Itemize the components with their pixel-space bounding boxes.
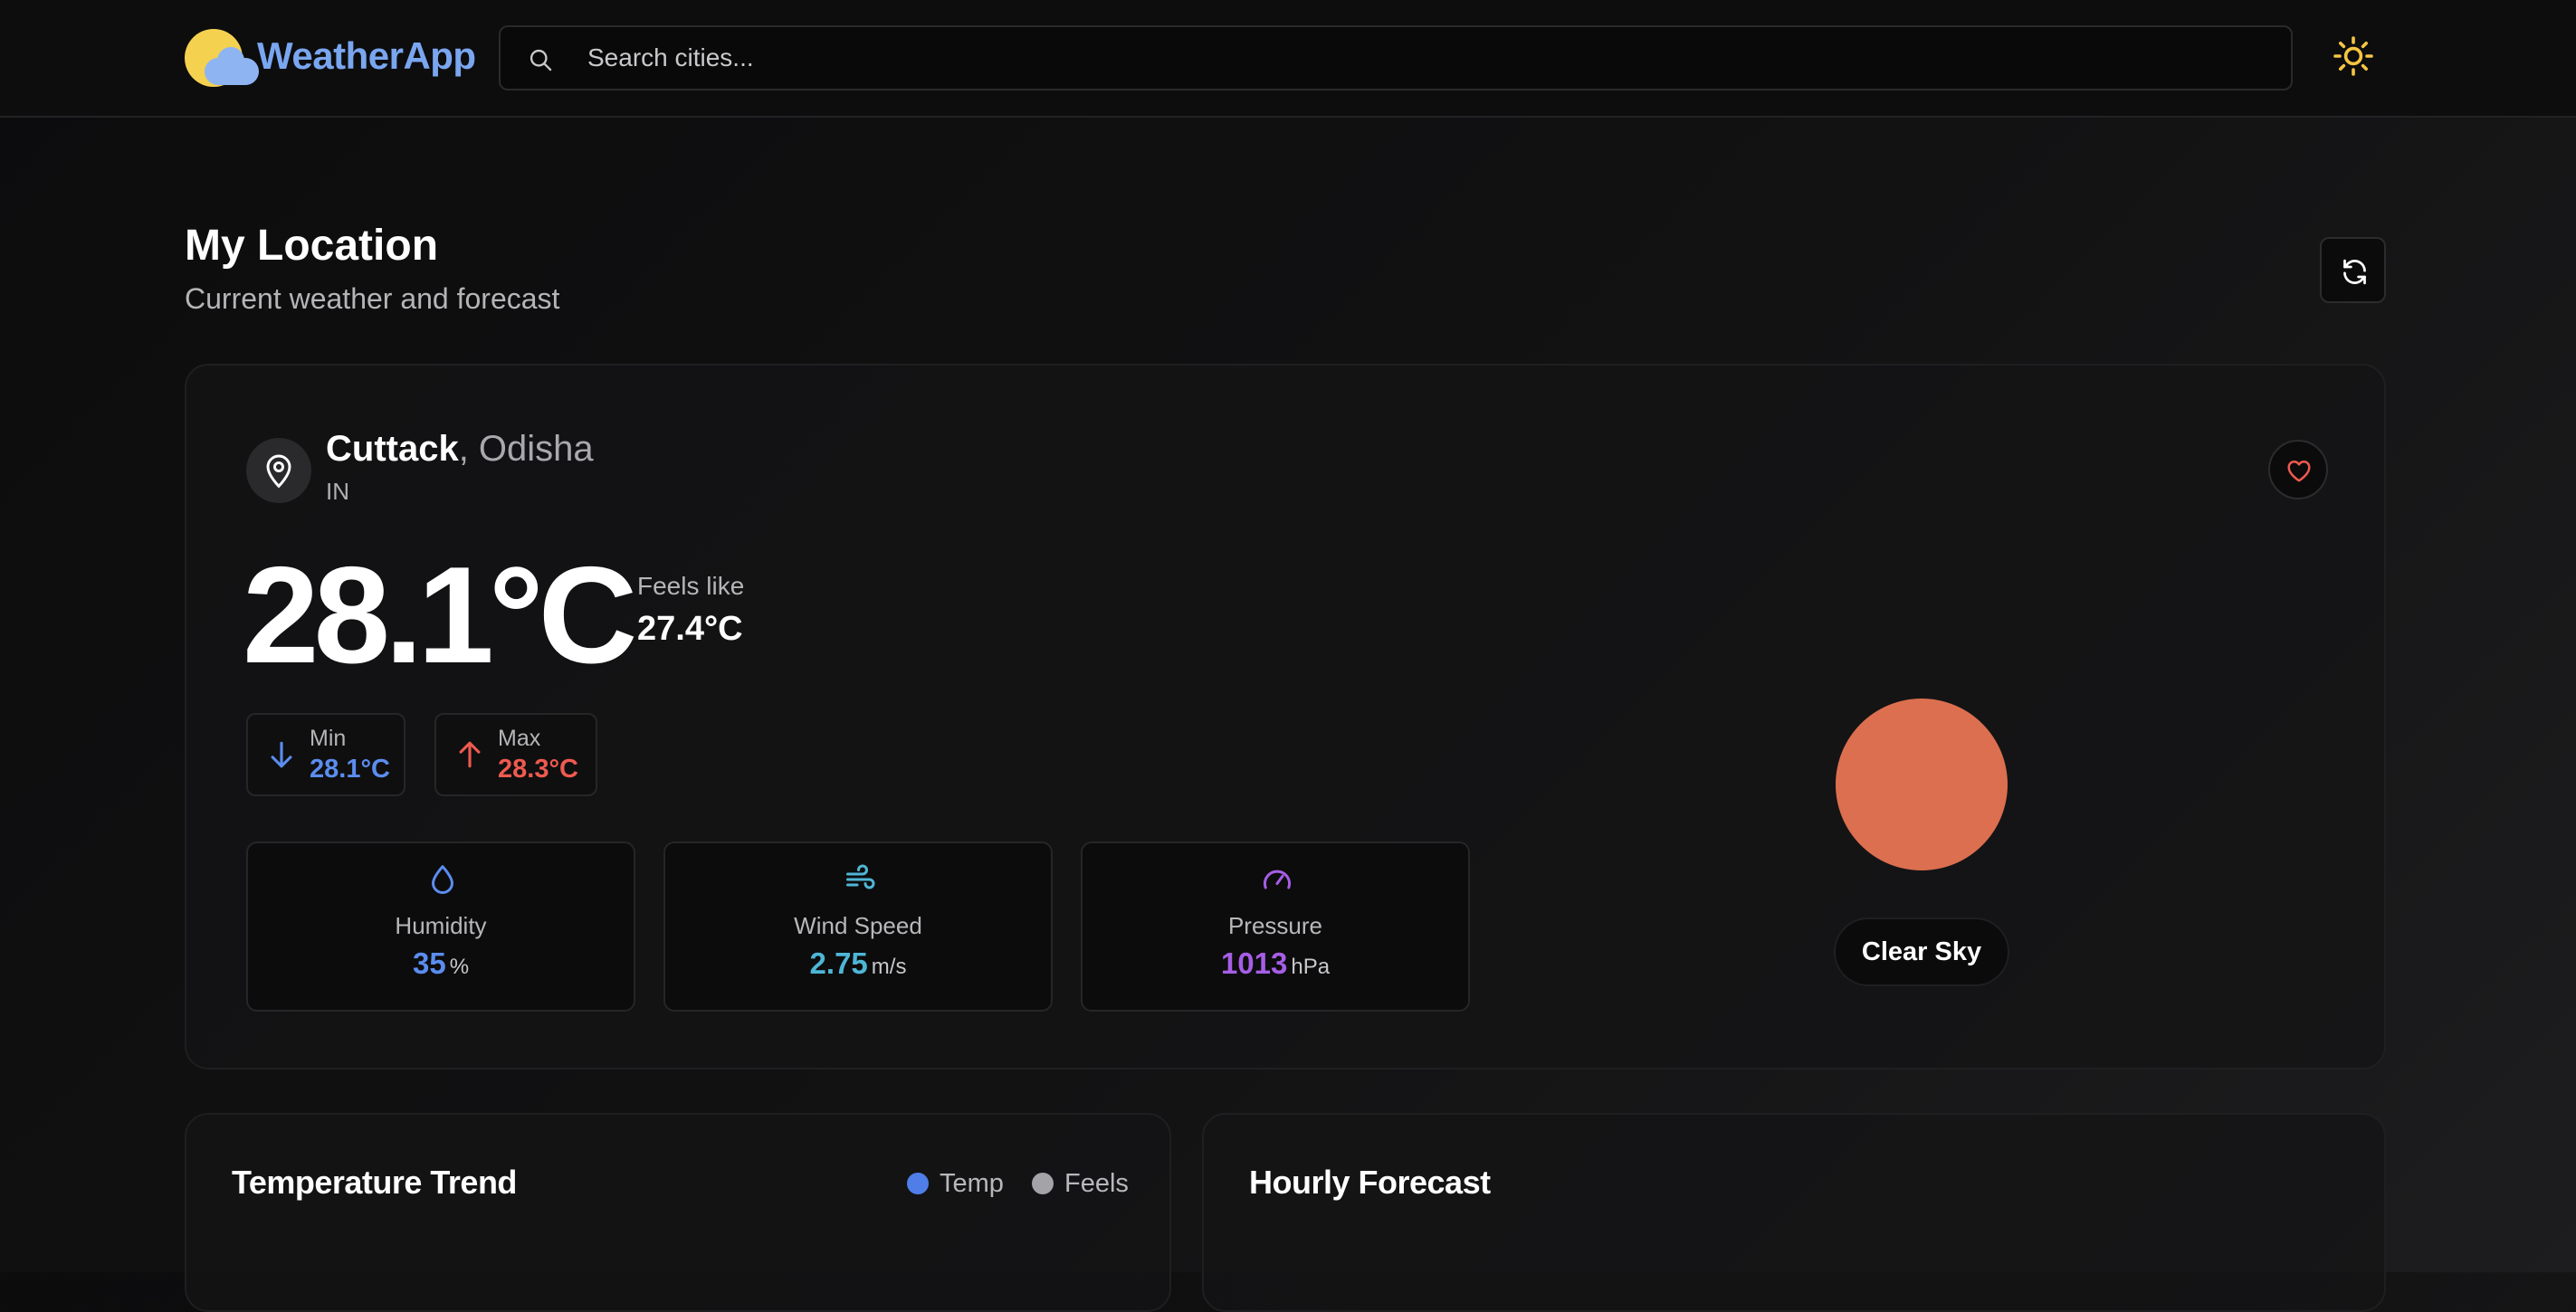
feels-like-value: 27.4°C bbox=[637, 610, 743, 648]
humidity-value: 35% bbox=[412, 946, 470, 980]
arrow-up-icon bbox=[459, 741, 481, 768]
top-bar: WeatherApp bbox=[0, 0, 2576, 118]
current-weather-card: Cuttack, Odisha IN 28.1°C Feels like 27.… bbox=[185, 364, 2386, 1070]
legend-feels[interactable]: Feels bbox=[1032, 1169, 1129, 1199]
droplet-icon bbox=[426, 863, 459, 896]
search-input[interactable] bbox=[587, 31, 2271, 85]
min-label: Min bbox=[310, 726, 347, 751]
legend-temp-label: Temp bbox=[940, 1169, 1004, 1198]
max-temperature: Max 28.3°C bbox=[434, 713, 597, 796]
heart-icon bbox=[2287, 461, 2311, 482]
search-icon bbox=[528, 47, 553, 72]
humidity-label: Humidity bbox=[395, 912, 487, 939]
humidity-unit: % bbox=[449, 955, 470, 979]
weather-condition-label: Clear Sky bbox=[1834, 917, 2009, 986]
temperature-trend-card: Temperature Trend Temp Feels bbox=[185, 1113, 1171, 1312]
favorite-button[interactable] bbox=[2268, 440, 2328, 499]
pressure-label: Pressure bbox=[1227, 912, 1323, 939]
refresh-button[interactable] bbox=[2320, 237, 2386, 303]
sun-cloud-icon bbox=[185, 27, 259, 89]
page-subtitle: Current weather and forecast bbox=[185, 282, 560, 315]
gauge-icon bbox=[1261, 863, 1293, 896]
wind-speed-value: 2.75 m/s bbox=[809, 946, 907, 980]
refresh-icon bbox=[2343, 259, 2366, 285]
country-code: IN bbox=[326, 478, 349, 505]
min-temperature: Min 28.1°C bbox=[246, 713, 405, 796]
wind-speed-unit: m/s bbox=[871, 955, 907, 979]
pressure-unit: hPa bbox=[1291, 955, 1331, 979]
temperature-trend-title: Temperature Trend bbox=[232, 1164, 517, 1201]
legend-feels-label: Feels bbox=[1064, 1169, 1129, 1198]
region-name: , Odisha bbox=[458, 429, 594, 469]
city-name: Cuttack bbox=[326, 429, 459, 469]
wind-speed-stat: Wind Speed 2.75 m/s bbox=[663, 841, 1053, 1012]
feels-like-label: Feels like bbox=[637, 572, 745, 600]
humidity-stat: Humidity 35% bbox=[246, 841, 635, 1012]
app-name: WeatherApp bbox=[257, 34, 476, 77]
app-logo[interactable]: WeatherApp bbox=[185, 27, 476, 89]
hourly-forecast-card: Hourly Forecast bbox=[1202, 1113, 2386, 1312]
wind-speed-label: Wind Speed bbox=[794, 912, 922, 939]
weather-condition-icon bbox=[1836, 699, 2008, 870]
legend-temp-dot bbox=[907, 1173, 929, 1194]
hourly-forecast-title: Hourly Forecast bbox=[1249, 1164, 1491, 1201]
legend-temp[interactable]: Temp bbox=[907, 1169, 1004, 1199]
arrow-down-icon bbox=[271, 741, 292, 768]
max-label: Max bbox=[498, 726, 541, 751]
pressure-value: 1013 hPa bbox=[1220, 946, 1331, 980]
page-title: My Location bbox=[185, 222, 439, 270]
search-bar[interactable] bbox=[499, 25, 2293, 90]
current-temperature: 28.1°C bbox=[243, 538, 637, 692]
wind-icon bbox=[844, 863, 876, 896]
legend-feels-dot bbox=[1032, 1173, 1054, 1194]
max-value: 28.3°C bbox=[498, 755, 578, 784]
min-value: 28.1°C bbox=[310, 755, 390, 784]
pressure-stat: Pressure 1013 hPa bbox=[1081, 841, 1470, 1012]
map-pin-icon bbox=[246, 438, 311, 503]
sun-icon[interactable] bbox=[2332, 34, 2375, 78]
location-name: Cuttack, Odisha bbox=[326, 429, 594, 470]
